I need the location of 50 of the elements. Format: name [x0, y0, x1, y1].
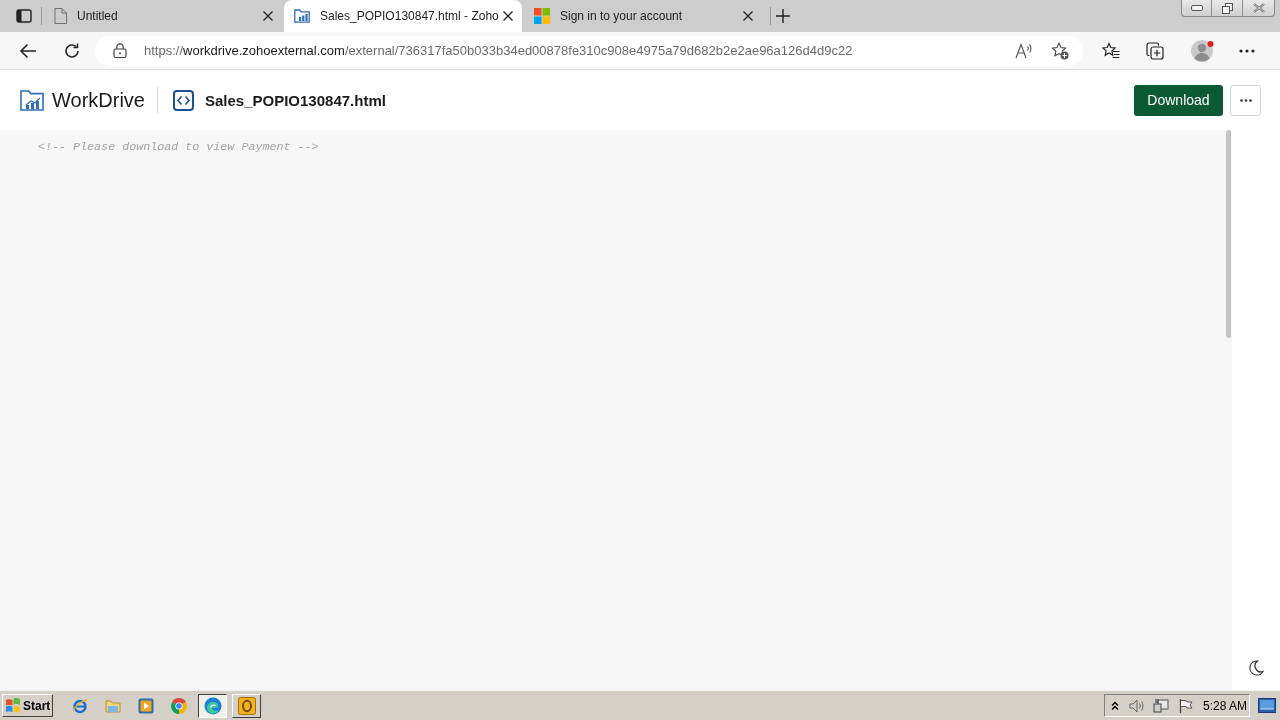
speaker-icon[interactable]: [1129, 698, 1145, 713]
network-icon[interactable]: [1153, 697, 1169, 714]
monitor-icon[interactable]: [1258, 698, 1276, 713]
app-name: WorkDrive: [52, 88, 145, 112]
play-icon[interactable]: [138, 697, 154, 714]
taskbar-button[interactable]: [198, 693, 227, 718]
close-icon[interactable]: [503, 11, 513, 21]
close-icon[interactable]: [263, 11, 273, 21]
page-icon: [54, 8, 67, 24]
window-icon[interactable]: [16, 9, 32, 23]
browser-tab[interactable]: Untitled: [44, 0, 282, 32]
lock-icon[interactable]: [113, 43, 127, 58]
wave-logo-icon: [203, 696, 222, 715]
start-button[interactable]: Start: [2, 694, 53, 717]
flag-icon[interactable]: [1179, 698, 1193, 713]
minimize-button[interactable]: [1181, 0, 1212, 17]
letter-e-icon[interactable]: [72, 697, 88, 714]
folder-chart-icon: [20, 89, 44, 111]
favorites-icon[interactable]: [1102, 41, 1120, 60]
plus-icon[interactable]: [776, 9, 790, 23]
read-aloud-icon[interactable]: [1015, 42, 1033, 59]
round-logo-icon[interactable]: [171, 697, 187, 714]
moon-icon[interactable]: [1248, 660, 1264, 676]
address-bar[interactable]: https://workdrive.zohoexternal.com/external/736317fa50b033b34ed00878fe310c908e4975a79d682b2e2ae96a126d4d9c22: [95, 35, 1083, 66]
chevron-up-icon[interactable]: [1111, 700, 1119, 711]
refresh-icon[interactable]: [63, 41, 81, 60]
close-icon: [1252, 3, 1265, 13]
minimize-icon: [1190, 5, 1203, 11]
file-name: Sales_POPIO130847.html: [204, 91, 386, 109]
more-icon: [1239, 98, 1252, 102]
browser-tab[interactable]: Sign in to your account: [524, 0, 762, 32]
scrollbar-thumb[interactable]: [1225, 130, 1231, 338]
collections-icon[interactable]: [1146, 41, 1164, 60]
clock-text[interactable]: 5:28 AM: [1203, 698, 1248, 713]
more-icon[interactable]: [1239, 48, 1255, 53]
avatar-icon[interactable]: [1191, 38, 1215, 63]
restore-icon: [1221, 2, 1233, 14]
close-button[interactable]: [1243, 0, 1275, 17]
folder-chart-icon: [294, 9, 310, 23]
browser-tab[interactable]: Sales_POPIO130847.html - Zoho: [284, 0, 522, 32]
ring-tile-icon: [237, 696, 256, 715]
back-icon[interactable]: [19, 41, 37, 60]
code-file-icon: [172, 89, 194, 111]
close-icon[interactable]: [743, 11, 753, 21]
restore-button[interactable]: [1212, 0, 1243, 17]
download-button[interactable]: Download: [1134, 84, 1223, 116]
four-squares-icon: [5, 698, 21, 713]
star-plus-icon[interactable]: [1051, 41, 1069, 60]
four-squares-icon: [534, 8, 550, 24]
comment-text: <!-- Please download to view Payment -->: [38, 139, 320, 155]
